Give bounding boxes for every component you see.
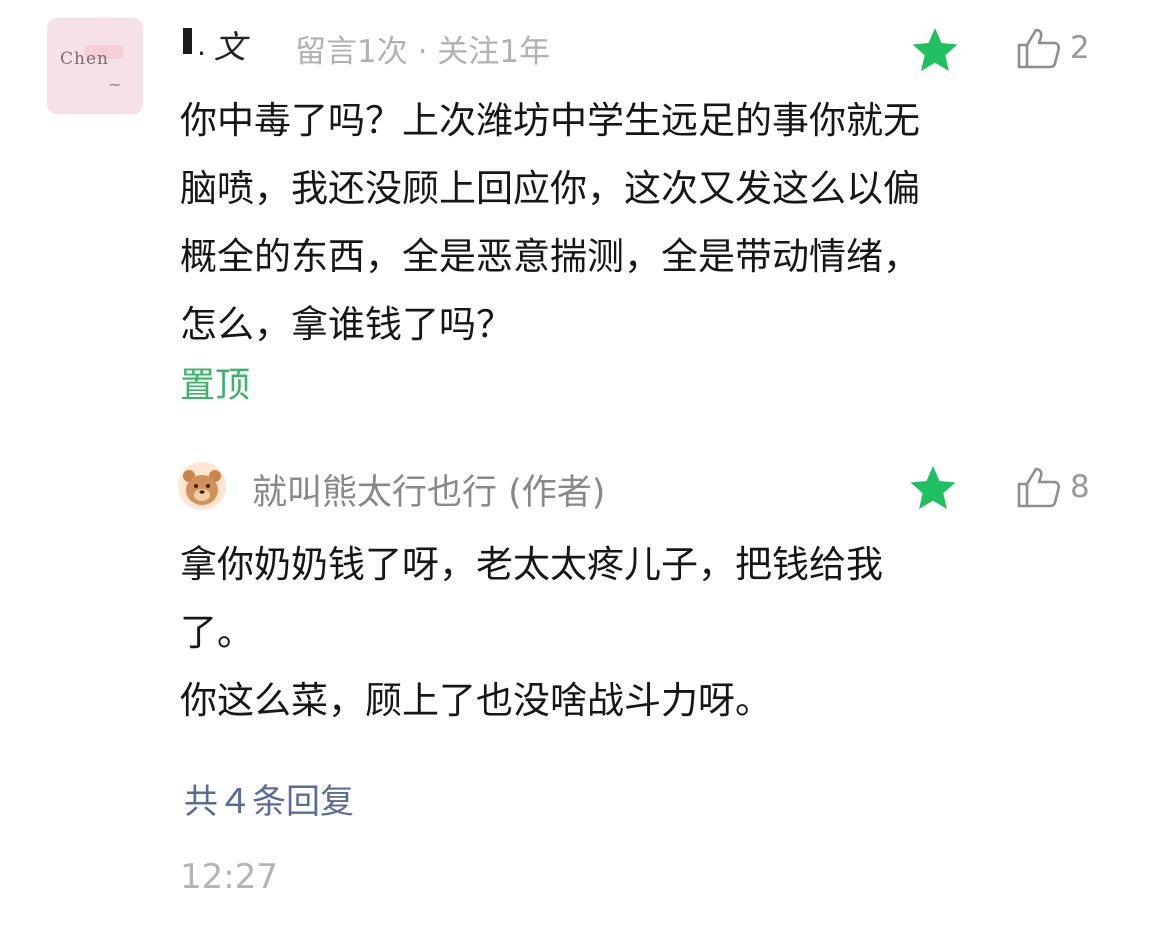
bear-avatar-icon <box>178 462 226 510</box>
star-icon[interactable] <box>910 26 960 74</box>
author-avatar[interactable] <box>178 462 226 510</box>
thumbs-up-icon <box>1017 28 1061 69</box>
commenter-username[interactable]: . 文 <box>183 22 246 68</box>
commenter-meta: 留言1次 · 关注1年 <box>295 34 551 70</box>
reply-content: 拿你奶奶钱了呀，老太太疼儿子，把钱给我 了。 你这么菜，顾上了也没啥战斗力呀。 <box>180 543 883 722</box>
author-reply: 就叫熊太行也行 (作者) 8 拿你奶奶钱了呀，老太太疼儿子，把钱给我 了。 你这… <box>0 440 1156 740</box>
star-icon[interactable] <box>908 464 958 512</box>
avatar-mark: ~ <box>108 75 122 94</box>
author-name[interactable]: 就叫熊太行也行 (作者) <box>252 464 605 515</box>
like-count: 2 <box>1070 30 1090 66</box>
like-button[interactable]: 8 <box>1016 465 1090 509</box>
username-redaction <box>183 28 192 54</box>
username-dot: . <box>197 28 206 62</box>
avatar-text: Chen <box>60 49 109 69</box>
thumbs-up-icon <box>1017 467 1061 508</box>
like-button[interactable]: 2 <box>1016 26 1090 70</box>
commenter-avatar[interactable]: Chen ~ <box>47 18 143 114</box>
view-replies-link[interactable]: 共４条回复 <box>184 774 354 823</box>
timestamp: 12:27 <box>180 857 278 897</box>
username-text: 文 <box>213 28 246 66</box>
main-comment: Chen ~ . 文 留言1次 · 关注1年 2 你中毒了吗？上次潍坊中学生远足… <box>0 0 1156 420</box>
pin-label: 置顶 <box>180 366 251 406</box>
comment-content: 你中毒了吗？上次潍坊中学生远足的事你就无 脑喷，我还没顾上回应你，这次又发这么以… <box>180 99 920 346</box>
like-count: 8 <box>1070 469 1090 505</box>
